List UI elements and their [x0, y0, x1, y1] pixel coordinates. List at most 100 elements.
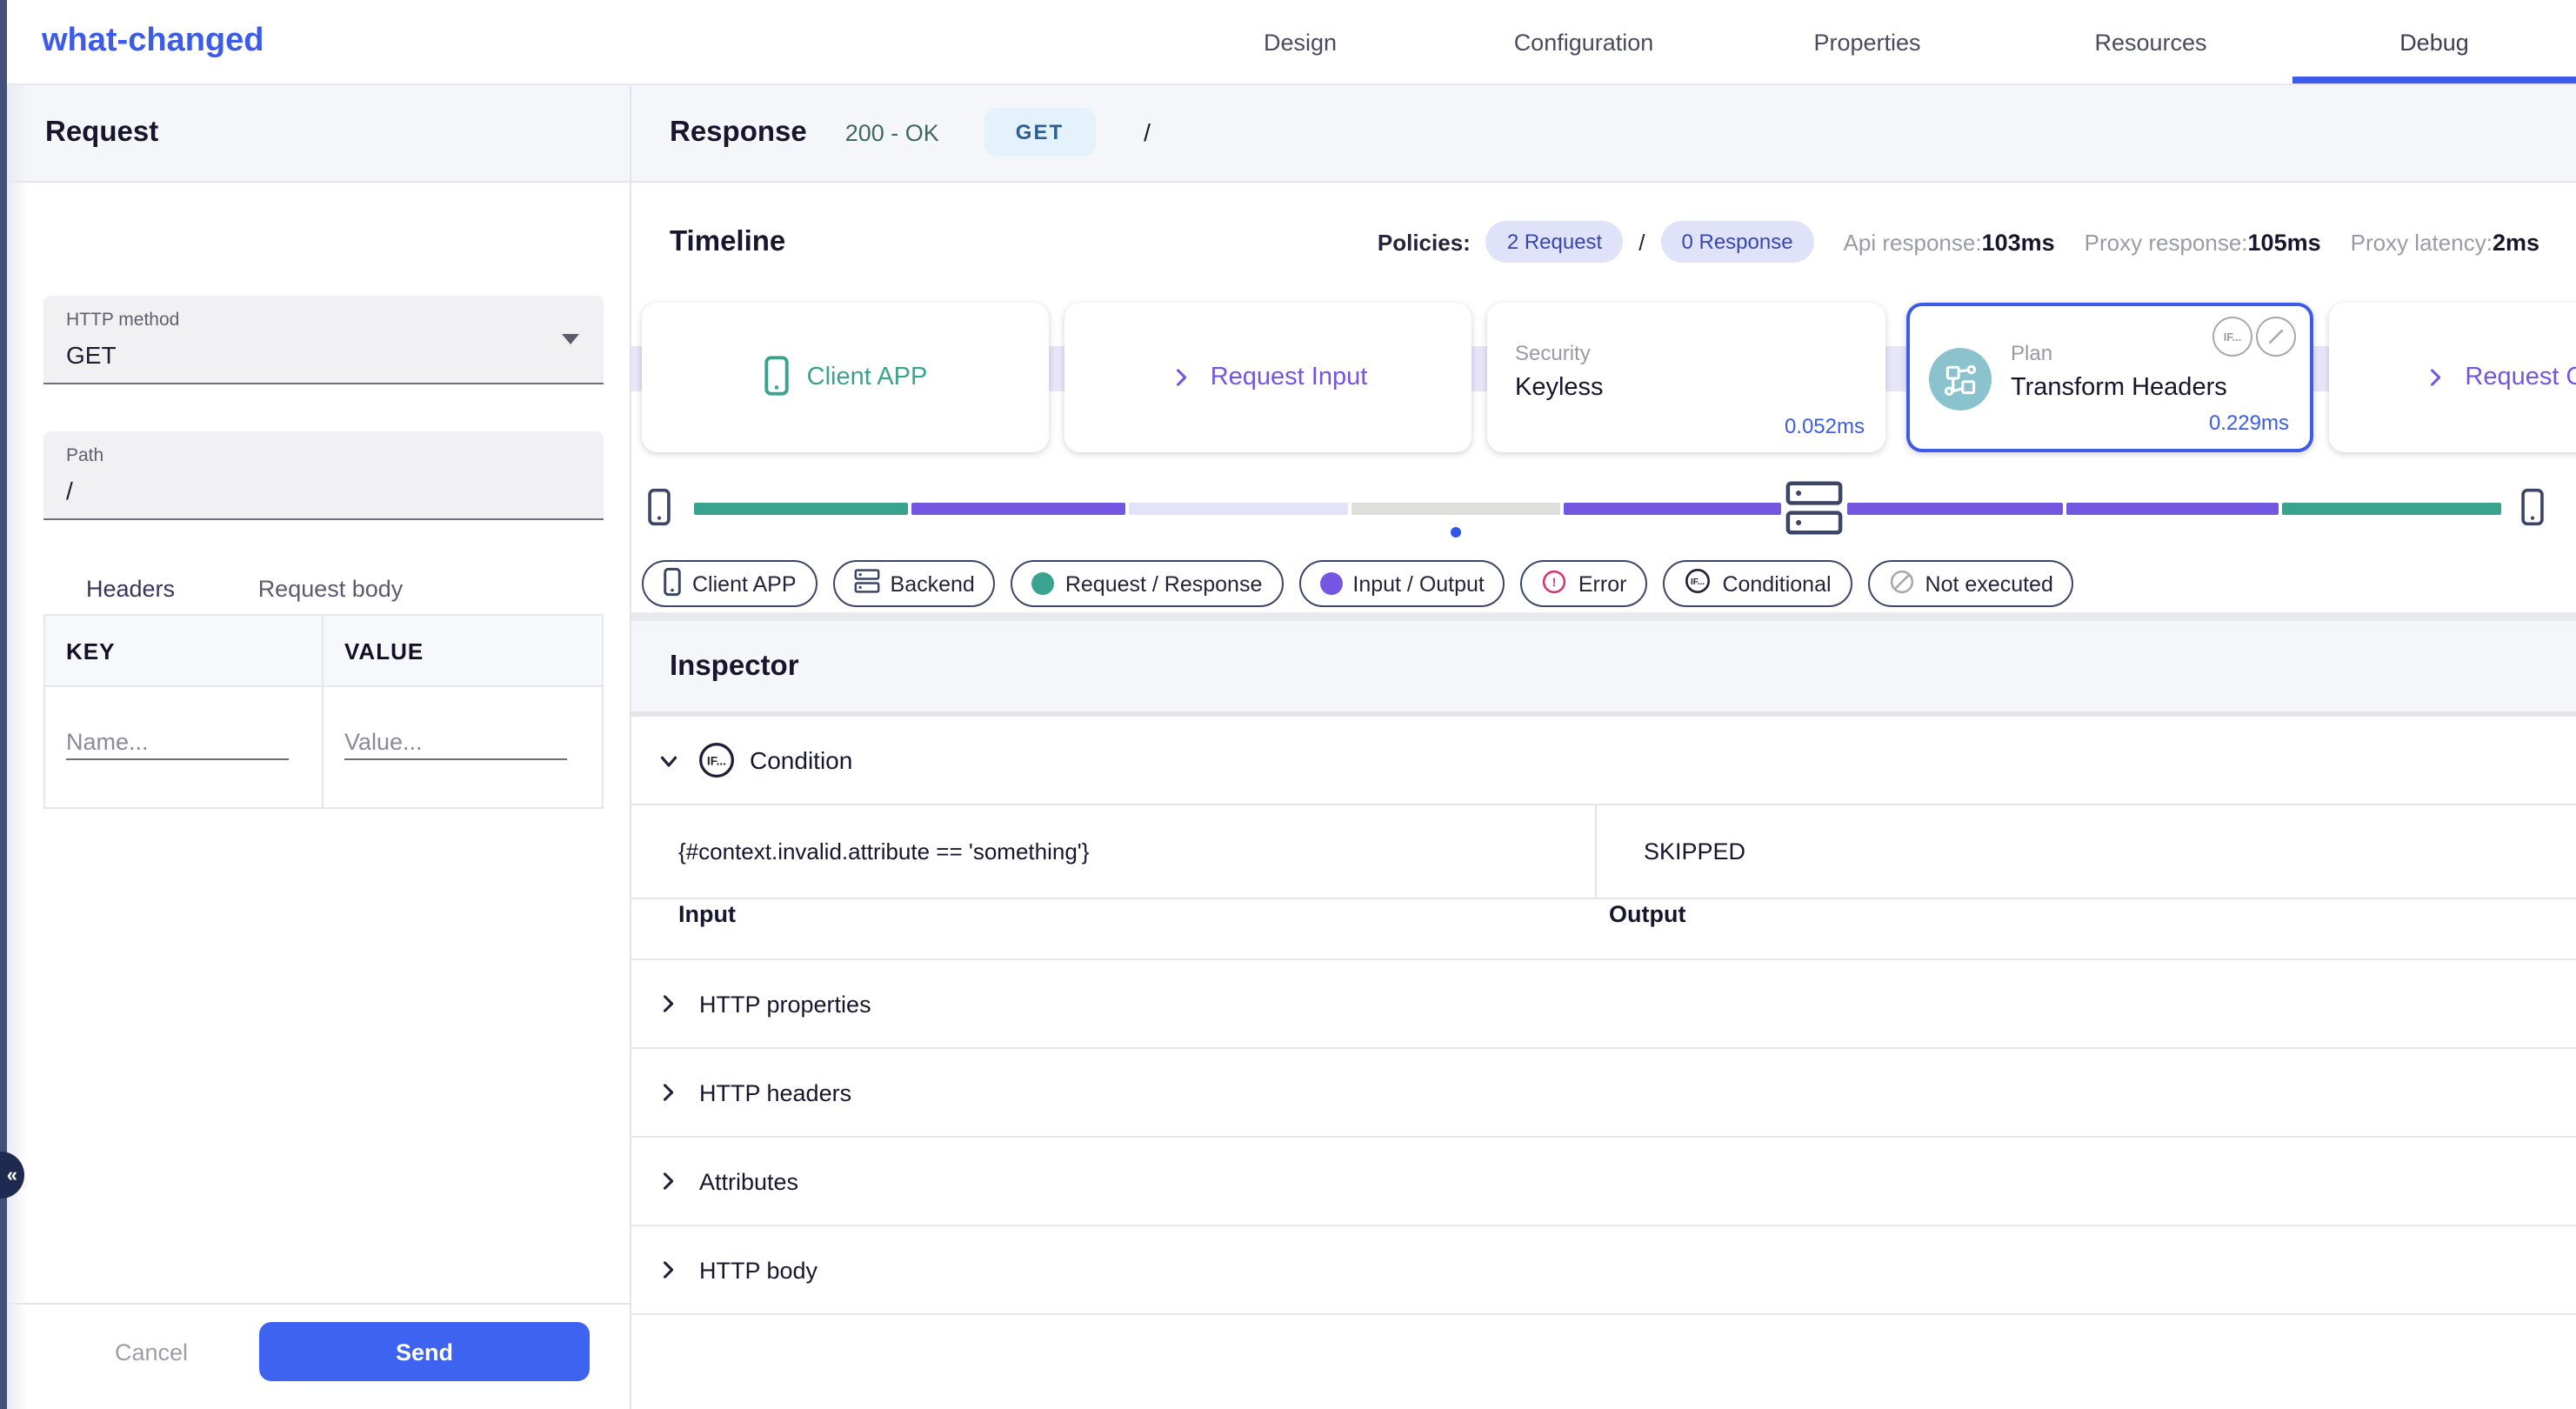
- server-icon: [854, 569, 880, 598]
- inspector-sections: HTTP properties HTTP headers Attributes …: [631, 958, 2576, 1315]
- stage: what-changed Design Configuration Proper…: [0, 0, 2576, 1409]
- response-policies-pill: 0 Response: [1660, 221, 1813, 263]
- legend-request-response: Request / Response: [1011, 560, 1284, 607]
- legend-client-app: Client APP: [642, 560, 818, 607]
- send-button[interactable]: Send: [259, 1322, 590, 1381]
- pill-separator: /: [1638, 229, 1645, 255]
- condition-result: SKIPPED: [1597, 805, 1745, 898]
- bar-segment-input-output: [1847, 503, 2063, 515]
- conditional-icon: IF...: [1684, 567, 1712, 600]
- smartphone-icon: [663, 566, 682, 601]
- tab-resources[interactable]: Resources: [2009, 0, 2292, 83]
- chevron-right-icon: [656, 992, 680, 1016]
- api-response-metric: Api response: 103ms: [1844, 229, 2055, 255]
- condition-expander[interactable]: IF... Condition: [631, 717, 2576, 804]
- path-label: Path: [66, 445, 103, 466]
- http-method-select[interactable]: HTTP method GET: [43, 296, 604, 384]
- timeline-metrics: Policies: 2 Request / 0 Response Api res…: [1378, 221, 2539, 263]
- response-header: Response 200 - OK GET /: [631, 83, 2576, 183]
- policy-badges: IF...: [2209, 317, 2296, 357]
- cancel-button[interactable]: Cancel: [104, 1338, 198, 1367]
- selected-policy-marker: [1451, 527, 1461, 538]
- app-header: what-changed Design Configuration Proper…: [0, 0, 2576, 85]
- section-attributes[interactable]: Attributes: [631, 1138, 2576, 1226]
- input-output-headers: Input Output: [631, 901, 2576, 932]
- top-tab-bar: Design Configuration Properties Resource…: [1158, 0, 2576, 83]
- key-column-header: KEY: [45, 616, 324, 685]
- svg-text:IF...: IF...: [2224, 331, 2242, 344]
- inspector-title: Inspector: [670, 650, 799, 683]
- legend-backend: Backend: [833, 560, 996, 607]
- teal-dot-icon: [1032, 572, 1055, 595]
- bar-segment-input-output: [1564, 503, 1781, 515]
- card-client-app[interactable]: Client APP: [642, 303, 1049, 452]
- section-divider: [631, 612, 2576, 621]
- conditional-icon: IF...: [697, 741, 736, 779]
- card-request-output-label: Request Output: [2465, 364, 2576, 391]
- card-client-app-label: Client APP: [807, 364, 928, 391]
- legend-conditional: IF... Conditional: [1663, 560, 1852, 607]
- bar-segment-gray: [1351, 503, 1560, 515]
- bar-segment-light: [1129, 503, 1348, 515]
- active-tab-underline: [2292, 77, 2576, 83]
- client-phone-icon-left: [647, 487, 671, 532]
- input-column-header: Input: [678, 901, 736, 927]
- chevron-right-icon: [656, 1169, 680, 1193]
- chevron-right-icon: [2423, 362, 2447, 393]
- bar-segment-input-output: [2066, 503, 2279, 515]
- section-http-properties[interactable]: HTTP properties: [631, 958, 2576, 1049]
- bar-segment-input-output: [911, 503, 1125, 515]
- tab-request-body[interactable]: Request body: [217, 562, 444, 614]
- path-input[interactable]: Path /: [43, 431, 604, 520]
- timeline-legend: Client APP Backend Request / Response In…: [642, 560, 2074, 607]
- value-column-header: VALUE: [324, 616, 602, 685]
- condition-label: Condition: [750, 746, 852, 774]
- policy-group-icon: [1929, 348, 1992, 411]
- bar-segment-request-response: [694, 503, 908, 515]
- response-path: /: [1144, 118, 1151, 146]
- conditional-icon: IF...: [2212, 317, 2252, 357]
- proxy-response-metric: Proxy response: 105ms: [2085, 229, 2321, 255]
- condition-result-row: {#context.invalid.attribute == 'somethin…: [631, 804, 2576, 899]
- card-plan-transform-headers[interactable]: IF... Plan Transform Headers 0.229ms: [1906, 303, 2313, 452]
- card-security-keyless[interactable]: Security Keyless 0.052ms: [1487, 303, 1885, 452]
- section-http-headers[interactable]: HTTP headers: [631, 1049, 2576, 1138]
- http-method-label: HTTP method: [66, 310, 179, 331]
- policy-duration: 0.052ms: [1785, 414, 1865, 438]
- timeline-header: Timeline Policies: 2 Request / 0 Respons…: [631, 181, 2576, 303]
- section-http-body[interactable]: HTTP body: [631, 1226, 2576, 1315]
- svg-text:IF...: IF...: [707, 755, 726, 768]
- request-title: Request: [45, 116, 158, 149]
- tab-debug[interactable]: Debug: [2292, 0, 2576, 83]
- header-name-input[interactable]: [66, 725, 289, 760]
- svg-text:IF...: IF...: [1691, 578, 1705, 587]
- bottom-shadow: [731, 1362, 1365, 1409]
- smartphone-icon: [764, 354, 790, 401]
- tab-headers[interactable]: Headers: [43, 562, 217, 614]
- path-value: /: [66, 477, 73, 504]
- table-row: [45, 687, 602, 807]
- card-request-input-label: Request Input: [1211, 364, 1368, 391]
- debug-response-panel: Response 200 - OK GET / Timeline Policie…: [631, 83, 2576, 1409]
- tab-design[interactable]: Design: [1158, 0, 1442, 83]
- policies-label: Policies:: [1378, 229, 1471, 255]
- tab-configuration[interactable]: Configuration: [1442, 0, 1725, 83]
- tab-properties[interactable]: Properties: [1725, 0, 2009, 83]
- policy-duration: 0.229ms: [2209, 411, 2289, 435]
- chevron-down-icon: [562, 334, 579, 344]
- request-footer: Cancel Send: [7, 1303, 630, 1409]
- timeline-title: Timeline: [670, 225, 785, 258]
- purple-dot-icon: [1319, 572, 1342, 595]
- card-request-input[interactable]: Request Input: [1064, 303, 1472, 452]
- card-request-output[interactable]: Request Output: [2329, 303, 2576, 452]
- request-panel-header: Request: [7, 83, 630, 183]
- status-badge: 200 - OK: [845, 119, 939, 145]
- output-column-header: Output: [1609, 901, 1685, 927]
- chevron-down-icon[interactable]: [656, 747, 682, 773]
- svg-text:!: !: [1553, 575, 1558, 588]
- legend-input-output: Input / Output: [1298, 560, 1505, 607]
- header-value-input[interactable]: [344, 725, 567, 760]
- method-badge: GET: [984, 108, 1095, 157]
- not-executed-icon: [1889, 568, 1915, 599]
- request-panel: Request HTTP method GET Path / Headers R…: [7, 83, 631, 1409]
